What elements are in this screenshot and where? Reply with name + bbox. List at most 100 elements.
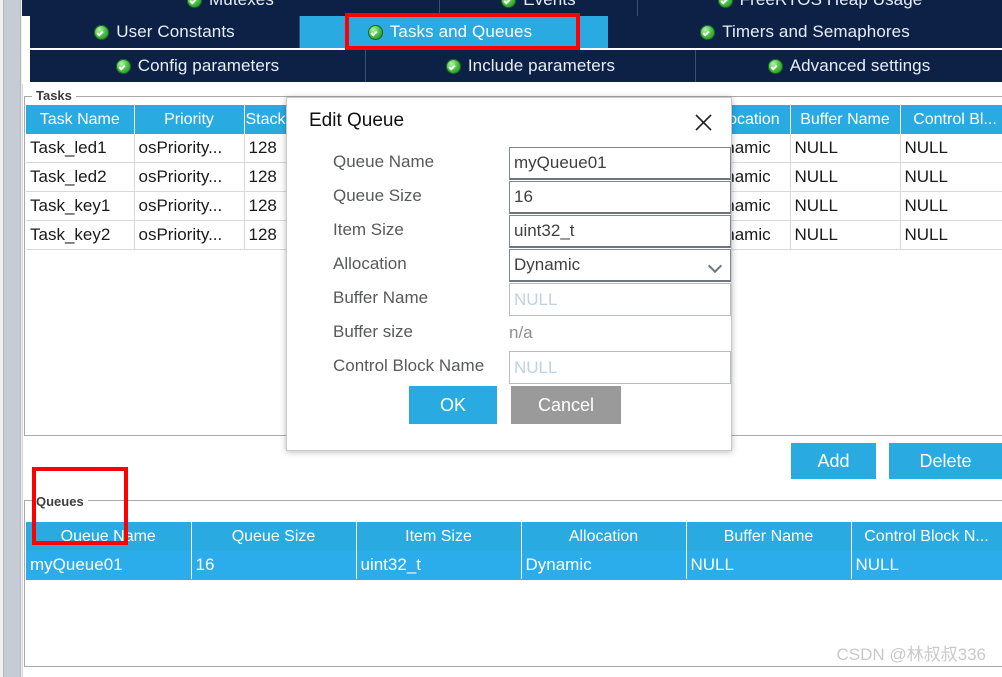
cell: NULL bbox=[900, 220, 1002, 250]
cell: NULL bbox=[790, 134, 901, 163]
tab-label: Tasks and Queues bbox=[389, 22, 533, 41]
buffer-name-input[interactable] bbox=[509, 283, 731, 316]
tab-label: Timers and Semaphores bbox=[722, 22, 910, 41]
delete-button[interactable]: Delete bbox=[889, 443, 1002, 479]
queues-col-control-block[interactable]: Control Block N... bbox=[851, 522, 1002, 551]
field-label: Control Block Name bbox=[333, 356, 485, 375]
tasks-col-control-block[interactable]: Control Bl... bbox=[900, 105, 1002, 134]
add-button[interactable]: Add bbox=[791, 443, 876, 479]
cell: 16 bbox=[191, 551, 357, 580]
tab-freertos-heap-usage[interactable]: FreeRTOS Heap Usage bbox=[638, 0, 1002, 16]
cell: myQueue01 bbox=[26, 551, 192, 580]
field-control bbox=[509, 283, 731, 316]
field-label: Queue Size bbox=[333, 186, 422, 205]
queues-col-allocation[interactable]: Allocation bbox=[521, 522, 687, 551]
queue-name-input[interactable] bbox=[509, 147, 731, 180]
tab-tasks-and-queues[interactable]: Tasks and Queues bbox=[336, 16, 564, 48]
field-label: Queue Name bbox=[333, 152, 435, 171]
tab-include-parameters[interactable]: Include parameters bbox=[366, 50, 696, 82]
check-circle-icon bbox=[115, 58, 131, 74]
tab-zone: Mutexes Events FreeRTOS Heap Usage User … bbox=[22, 0, 1002, 84]
tasks-col-task-name[interactable]: Task Name bbox=[26, 105, 135, 134]
check-circle-icon bbox=[717, 0, 733, 8]
queues-col-buffer-name[interactable]: Buffer Name bbox=[686, 522, 852, 551]
tab-label: Events bbox=[523, 0, 576, 10]
cell: osPriority... bbox=[134, 162, 245, 192]
close-icon[interactable] bbox=[689, 108, 717, 136]
buffer-size-value: n/a bbox=[509, 323, 533, 342]
cell: NULL bbox=[900, 134, 1002, 163]
check-circle-icon bbox=[700, 24, 716, 40]
tab-timers-and-semaphores[interactable]: Timers and Semaphores bbox=[608, 16, 1002, 48]
queues-col-queue-size[interactable]: Queue Size bbox=[191, 522, 357, 551]
field-control bbox=[509, 351, 731, 384]
field-label: Allocation bbox=[333, 254, 407, 273]
check-circle-icon bbox=[187, 0, 203, 8]
check-circle-icon bbox=[501, 0, 517, 8]
check-circle-icon bbox=[94, 24, 110, 40]
check-circle-icon bbox=[767, 58, 783, 74]
tab-gap-left bbox=[300, 16, 336, 48]
control-block-name-input[interactable] bbox=[509, 351, 731, 384]
field-row-queue-size: Queue Size bbox=[287, 181, 731, 215]
tab-label: Config parameters bbox=[137, 56, 280, 75]
cell: NULL bbox=[851, 551, 1002, 580]
tasks-group-label: Tasks bbox=[32, 88, 76, 103]
field-label: Buffer Name bbox=[333, 288, 429, 307]
queues-col-item-size[interactable]: Item Size bbox=[356, 522, 522, 551]
tab-row-bottom: Config parameters Include parameters Adv… bbox=[30, 50, 1002, 82]
cell: NULL bbox=[900, 162, 1002, 192]
field-label: Buffer size bbox=[333, 322, 414, 341]
field-control bbox=[509, 181, 731, 214]
field-control bbox=[509, 147, 731, 180]
item-size-input[interactable] bbox=[509, 215, 731, 248]
cell: NULL bbox=[790, 162, 901, 192]
queue-size-input[interactable] bbox=[509, 181, 731, 214]
dialog-title: Edit Queue bbox=[309, 110, 405, 131]
watermark: CSDN @林叔叔336 bbox=[836, 645, 986, 664]
queues-group-label: Queues bbox=[32, 494, 88, 509]
cell: Task_led2 bbox=[26, 162, 135, 192]
app-root: Mutexes Events FreeRTOS Heap Usage User … bbox=[0, 0, 1002, 677]
check-circle-icon bbox=[445, 58, 461, 74]
tab-label: Advanced settings bbox=[789, 56, 931, 75]
cell: Dynamic bbox=[521, 551, 687, 580]
tab-row-middle: User Constants Tasks and Queues Timers a… bbox=[30, 16, 1002, 48]
tab-label: Include parameters bbox=[467, 56, 616, 75]
cell: uint32_t bbox=[356, 551, 522, 580]
tab-label: FreeRTOS Heap Usage bbox=[740, 0, 923, 10]
field-control bbox=[509, 215, 731, 248]
field-row-buffer-size: Buffer size n/a bbox=[287, 317, 731, 351]
cell: NULL bbox=[790, 191, 901, 221]
cell: Task_key1 bbox=[26, 191, 135, 221]
tab-user-constants[interactable]: User Constants bbox=[30, 16, 300, 48]
cell: Task_key2 bbox=[26, 220, 135, 250]
cell: osPriority... bbox=[134, 220, 245, 250]
vertical-scrollbar[interactable] bbox=[0, 0, 23, 677]
tab-label: Mutexes bbox=[209, 0, 274, 10]
cancel-button[interactable]: Cancel bbox=[511, 386, 621, 424]
tasks-col-priority[interactable]: Priority bbox=[134, 105, 245, 134]
field-label: Item Size bbox=[333, 220, 404, 239]
tab-advanced-settings[interactable]: Advanced settings bbox=[696, 50, 1002, 82]
queues-table-wrap: Queue Name Queue Size Item Size Allocati… bbox=[26, 522, 1002, 582]
queues-col-queue-name[interactable]: Queue Name bbox=[26, 522, 192, 551]
cell: NULL bbox=[900, 191, 1002, 221]
scrollbar-thumb[interactable] bbox=[3, 0, 21, 677]
tab-events[interactable]: Events bbox=[440, 0, 638, 16]
tab-config-parameters[interactable]: Config parameters bbox=[30, 50, 366, 82]
field-row-buffer-name: Buffer Name bbox=[287, 283, 731, 317]
tab-label: User Constants bbox=[116, 22, 235, 41]
allocation-select[interactable] bbox=[509, 249, 731, 282]
cell: NULL bbox=[790, 220, 901, 250]
cell: Task_led1 bbox=[26, 134, 135, 163]
tab-mutexes[interactable]: Mutexes bbox=[22, 0, 440, 16]
cell: NULL bbox=[686, 551, 852, 580]
ok-button[interactable]: OK bbox=[409, 386, 497, 424]
field-row-allocation: Allocation bbox=[287, 249, 731, 283]
edit-queue-dialog: Edit Queue Queue Name Queue Size Item Si… bbox=[286, 97, 732, 451]
tab-gap-right bbox=[564, 16, 608, 48]
queues-table-header-row: Queue Name Queue Size Item Size Allocati… bbox=[26, 522, 1002, 551]
tasks-col-buffer-name[interactable]: Buffer Name bbox=[790, 105, 901, 134]
table-row[interactable]: myQueue01 16 uint32_t Dynamic NULL NULL bbox=[26, 551, 1002, 580]
